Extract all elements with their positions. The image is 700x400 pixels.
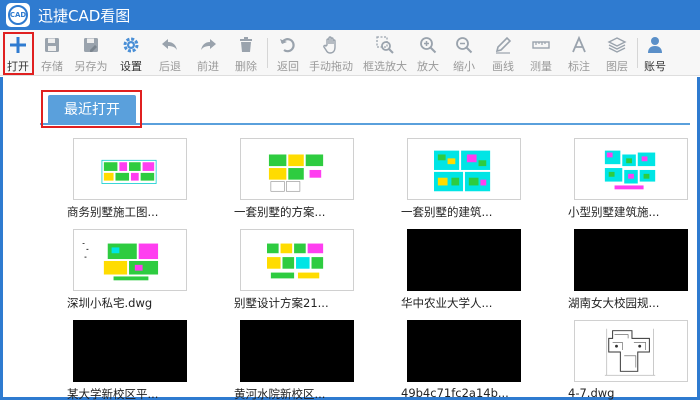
file-name: 黄河水院新校区... bbox=[234, 387, 326, 400]
file-name: 湖南女大校园规... bbox=[568, 296, 660, 310]
recent-file-item[interactable]: 深圳小私宅.dwg bbox=[67, 229, 212, 319]
file-name: 一套别墅的建筑... bbox=[401, 205, 493, 219]
file-name: 4-7.dwg bbox=[568, 386, 615, 400]
return-button[interactable]: 返回 bbox=[274, 32, 302, 74]
file-name: 49b4c71fc2a14b... bbox=[401, 386, 509, 400]
title-bar: CAD 迅捷CAD看图 bbox=[0, 0, 700, 30]
window-border-left bbox=[0, 77, 3, 400]
file-name: 华中农业大学人... bbox=[401, 296, 493, 310]
file-name: 一套别墅的方案... bbox=[234, 205, 326, 219]
file-thumbnail bbox=[574, 229, 688, 291]
file-name: 某大学新校区平... bbox=[67, 387, 159, 400]
measure-button[interactable]: 测量 bbox=[528, 32, 554, 74]
zoom-in-icon bbox=[420, 37, 437, 54]
zoom-out-button[interactable]: 缩小 bbox=[452, 32, 476, 74]
recent-file-item[interactable]: 一套别墅的建筑... bbox=[401, 138, 546, 228]
annotate-button[interactable]: 标注 bbox=[566, 32, 592, 74]
recent-file-item[interactable]: 某大学新校区平... bbox=[67, 320, 212, 400]
gear-icon bbox=[123, 37, 139, 53]
pencil-icon bbox=[495, 36, 512, 54]
file-thumbnail bbox=[407, 138, 521, 200]
layers-button[interactable]: 图层 bbox=[604, 32, 630, 74]
account-button[interactable]: 账号 bbox=[642, 32, 668, 74]
return-icon bbox=[280, 38, 295, 53]
recent-file-item[interactable]: 4-7.dwg bbox=[568, 320, 700, 400]
save-as-icon bbox=[84, 38, 98, 52]
file-thumbnail bbox=[73, 138, 187, 200]
recent-tab-highlight bbox=[41, 90, 142, 128]
recent-file-item[interactable]: 别墅设计方案21... bbox=[234, 229, 379, 319]
recent-file-item[interactable]: 49b4c71fc2a14b... bbox=[401, 320, 546, 400]
file-name: 商务别墅施工图... bbox=[67, 205, 159, 219]
recent-file-item[interactable]: 湖南女大校园规... bbox=[568, 229, 700, 319]
file-thumbnail bbox=[407, 229, 521, 291]
back-button[interactable]: 后退 bbox=[157, 32, 183, 74]
app-title: 迅捷CAD看图 bbox=[38, 6, 131, 25]
forward-button[interactable]: 前进 bbox=[195, 32, 221, 74]
text-icon bbox=[572, 35, 586, 53]
file-thumbnail bbox=[574, 138, 688, 200]
redo-arrow-icon bbox=[201, 39, 216, 50]
ruler-icon bbox=[532, 41, 550, 49]
file-thumbnail bbox=[240, 320, 354, 382]
file-thumbnail bbox=[73, 229, 187, 291]
file-thumbnail bbox=[240, 229, 354, 291]
save-button[interactable]: 存储 bbox=[38, 32, 66, 74]
file-name: 深圳小私宅.dwg bbox=[67, 296, 153, 310]
zoom-out-icon bbox=[456, 37, 473, 54]
zoom-in-button[interactable]: 放大 bbox=[416, 32, 440, 74]
app-logo-icon: CAD bbox=[6, 3, 30, 27]
user-icon bbox=[648, 37, 662, 53]
zoom-box-icon bbox=[376, 36, 394, 54]
file-thumbnail bbox=[240, 138, 354, 200]
toolbar-divider bbox=[267, 38, 268, 68]
layers-icon bbox=[607, 37, 627, 53]
floppy-disk-icon bbox=[45, 38, 59, 52]
pan-button[interactable]: 手动拖动 bbox=[308, 32, 354, 74]
recent-file-item[interactable]: 华中农业大学人... bbox=[401, 229, 546, 319]
toolbar: 打开 存储 另存为 设置 后退 前进 删除 返回 手动拖动 框选放大 放大 缩小… bbox=[0, 30, 700, 76]
recent-file-item[interactable]: 黄河水院新校区... bbox=[234, 320, 379, 400]
hand-icon bbox=[323, 36, 336, 54]
open-button-highlight bbox=[3, 32, 34, 75]
recent-file-item[interactable]: 一套别墅的方案... bbox=[234, 138, 379, 228]
zoom-box-button[interactable]: 框选放大 bbox=[362, 32, 408, 74]
save-as-button[interactable]: 另存为 bbox=[74, 32, 108, 74]
settings-button[interactable]: 设置 bbox=[118, 32, 144, 74]
toolbar-divider bbox=[637, 38, 638, 68]
trash-icon bbox=[240, 37, 252, 52]
file-thumbnail bbox=[73, 320, 187, 382]
file-thumbnail bbox=[574, 320, 688, 382]
undo-arrow-icon bbox=[162, 39, 177, 50]
recent-file-item[interactable]: 商务别墅施工图... bbox=[67, 138, 212, 228]
file-thumbnail bbox=[407, 320, 521, 382]
recent-file-item[interactable]: 小型别墅建筑施... bbox=[568, 138, 700, 228]
file-name: 别墅设计方案21... bbox=[234, 296, 329, 310]
draw-line-button[interactable]: 画线 bbox=[491, 32, 515, 74]
delete-button[interactable]: 删除 bbox=[233, 32, 259, 74]
file-name: 小型别墅建筑施... bbox=[568, 205, 660, 219]
